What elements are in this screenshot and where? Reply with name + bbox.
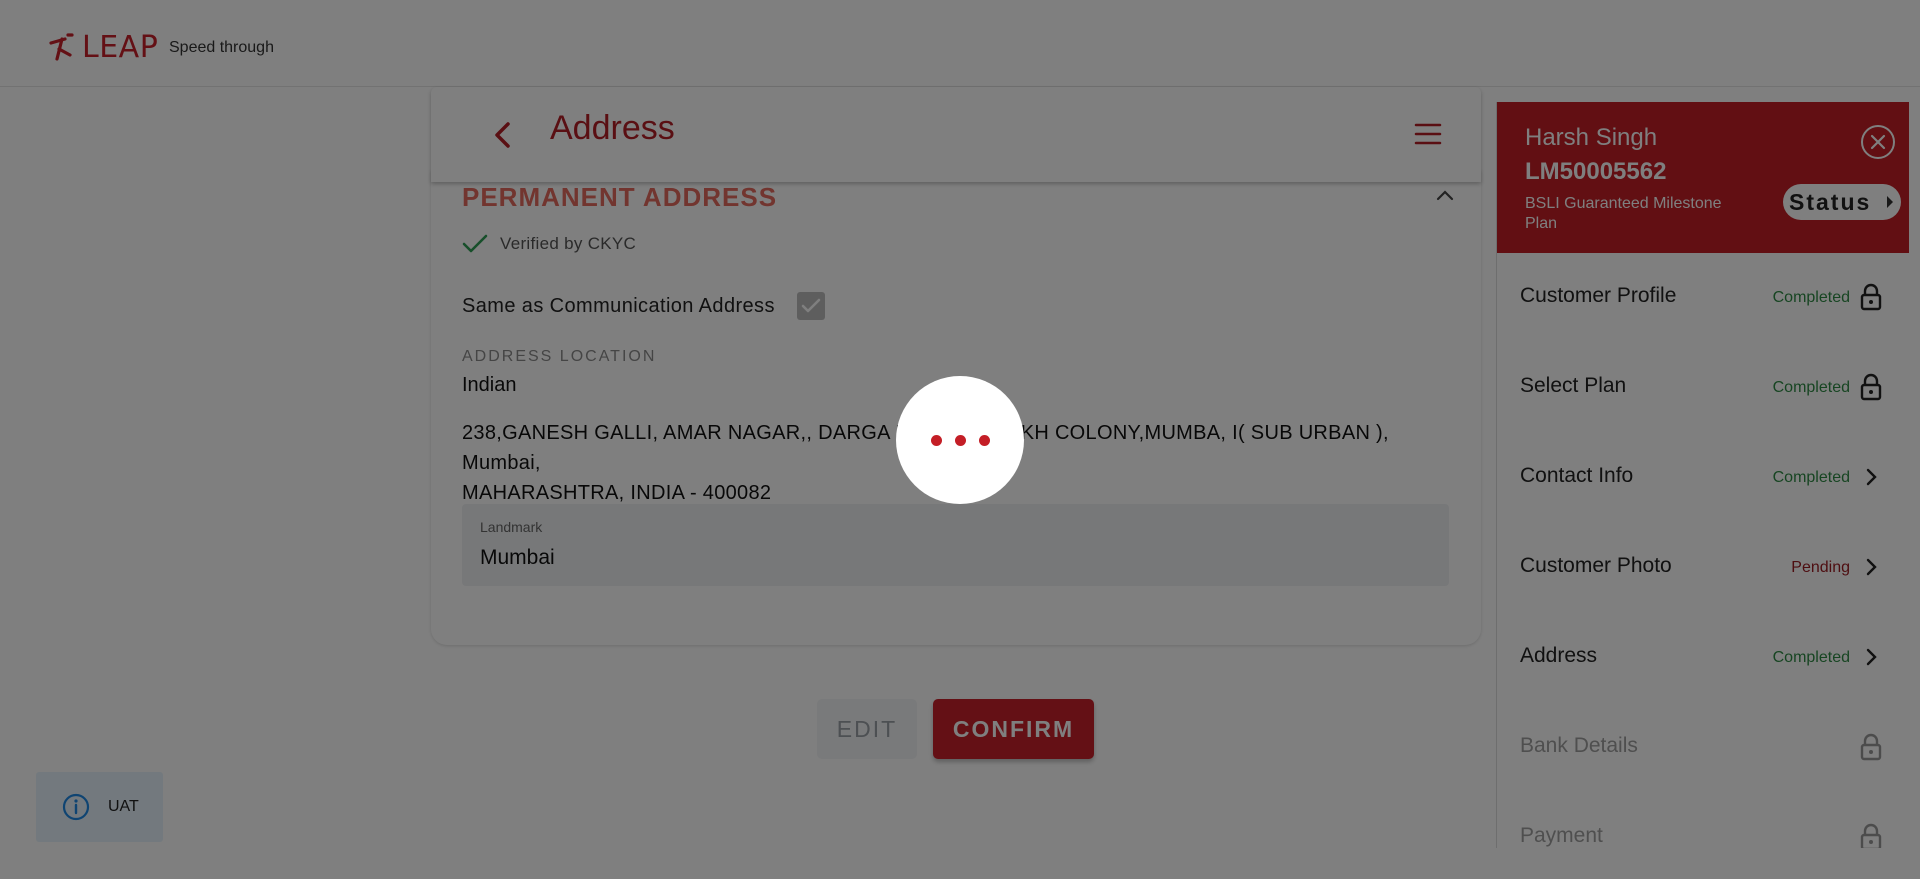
spinner-dot bbox=[978, 434, 990, 446]
loading-spinner bbox=[896, 376, 1024, 504]
spinner-dot bbox=[954, 434, 966, 446]
spinner-dot bbox=[930, 434, 942, 446]
